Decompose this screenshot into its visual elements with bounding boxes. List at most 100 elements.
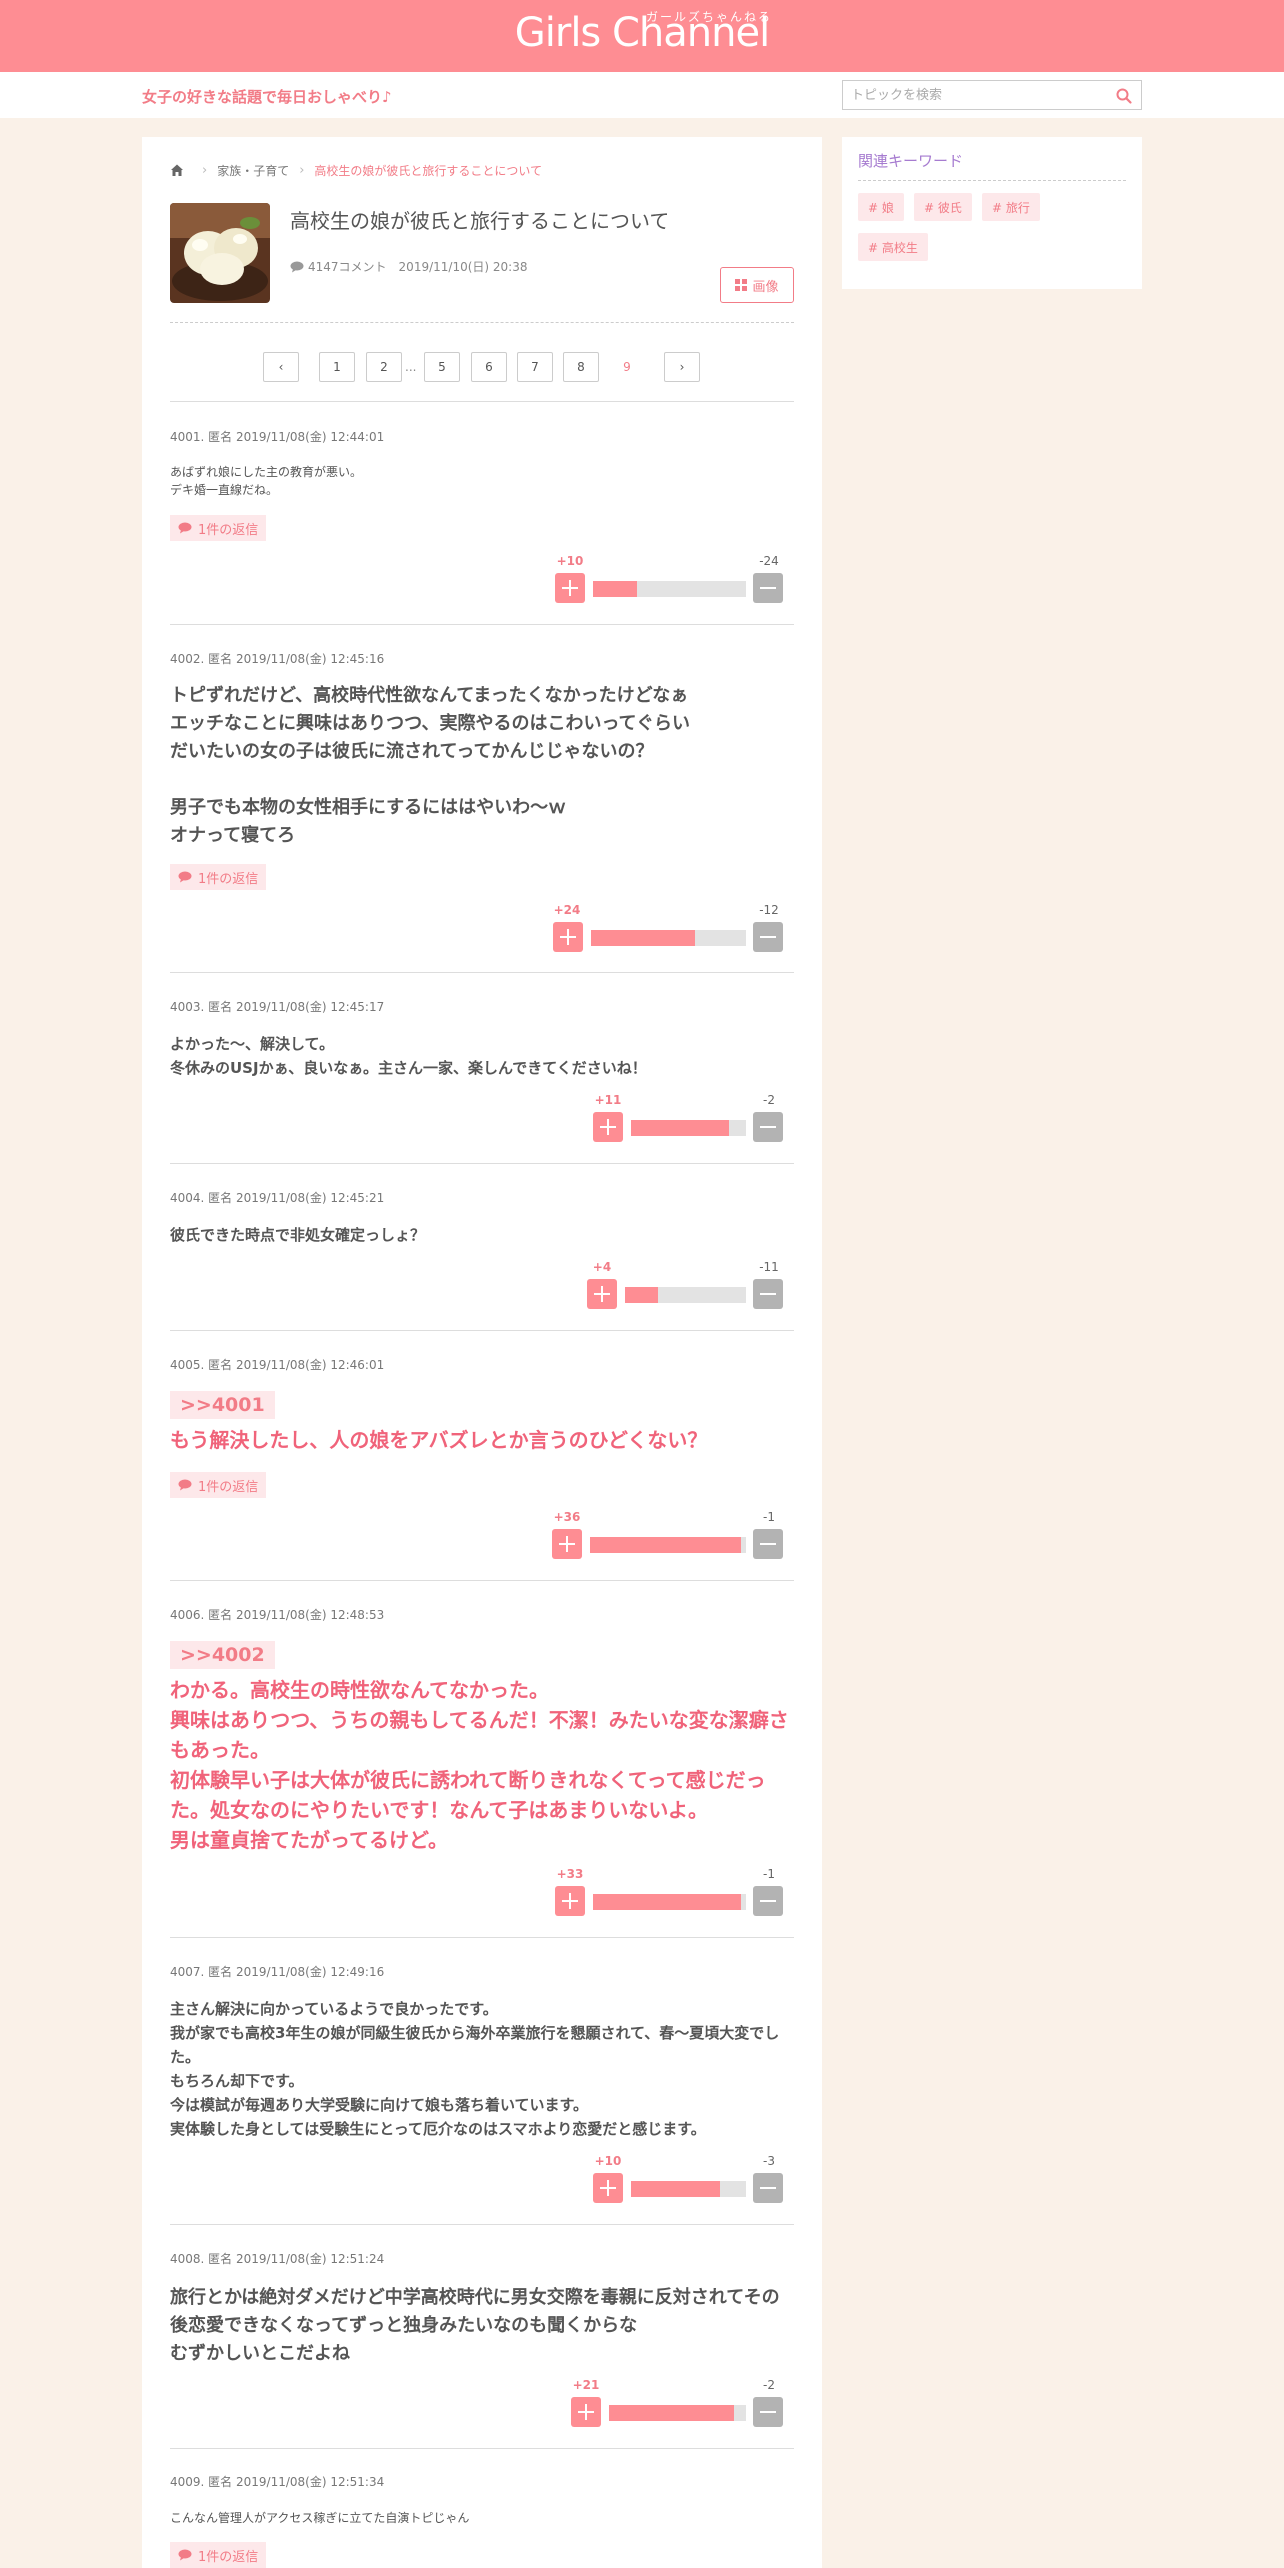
comment-header: 4003. 匿名 2019/11/08(金) 12:45:17 <box>170 1000 385 1014</box>
pager-page-7[interactable]: 7 <box>517 352 553 382</box>
divider <box>170 1330 794 1331</box>
comment-header: 4004. 匿名 2019/11/08(金) 12:45:21 <box>170 1191 385 1205</box>
vote-ratio-bar <box>631 2181 746 2197</box>
pager-page-1[interactable]: 1 <box>319 352 355 382</box>
vote-ratio-fill <box>593 1894 742 1910</box>
divider <box>170 401 794 402</box>
minus-vote-button[interactable] <box>753 2173 783 2203</box>
topic-meta: 4147コメント 2019/11/10(日) 20:38 <box>290 258 527 275</box>
divider <box>170 1580 794 1581</box>
reply-count-button[interactable]: 1件の返信 <box>170 864 267 890</box>
grid-icon <box>735 279 748 291</box>
home-icon[interactable] <box>170 163 184 177</box>
reply-count-label: 1件の返信 <box>198 2549 259 2565</box>
comment-count-icon <box>290 261 304 272</box>
pager-page-current: 9 <box>609 352 645 382</box>
divider <box>170 1163 794 1164</box>
plus-vote-button[interactable] <box>555 1886 585 1916</box>
vote-ratio-fill <box>591 930 695 946</box>
plus-vote-count: +10 <box>556 554 584 568</box>
plus-vote-button[interactable] <box>553 922 583 952</box>
comment-body: よかった〜、解決して。 冬休みのUSJかぁ、良いなぁ。主さん一家、楽しんできてく… <box>170 1035 647 1077</box>
divider <box>170 2224 794 2225</box>
plus-vote-button[interactable] <box>593 2173 623 2203</box>
divider <box>170 1937 794 1938</box>
comment-header: 4006. 匿名 2019/11/08(金) 12:48:53 <box>170 1608 385 1622</box>
vote-ratio-fill <box>590 1537 742 1553</box>
plus-vote-button[interactable] <box>552 1529 582 1559</box>
minus-vote-button[interactable] <box>753 1112 783 1142</box>
vote-ratio-fill <box>631 2181 720 2197</box>
vote-ratio-fill <box>593 581 638 597</box>
pager-page-8[interactable]: 8 <box>563 352 599 382</box>
reply-count-label: 1件の返信 <box>198 1479 259 1495</box>
divider <box>170 322 794 323</box>
reply-anchor-link[interactable]: >>4002 <box>170 1641 275 1669</box>
search-icon[interactable] <box>1115 87 1133 105</box>
pager-page-6[interactable]: 6 <box>471 352 507 382</box>
plus-vote-button[interactable] <box>555 573 585 603</box>
speech-bubble-icon <box>178 522 192 534</box>
pager-next-button[interactable]: › <box>664 352 700 382</box>
plus-vote-button[interactable] <box>593 1112 623 1142</box>
keyword-tag[interactable]: # 娘 <box>858 193 904 221</box>
topic-thumbnail[interactable] <box>170 203 270 303</box>
pager-prev-button[interactable]: ‹ <box>263 352 299 382</box>
pager-ellipsis: ... <box>405 360 417 374</box>
keyword-tag[interactable]: # 彼氏 <box>914 193 972 221</box>
pager-page-5[interactable]: 5 <box>424 352 460 382</box>
search-input[interactable] <box>851 81 1101 109</box>
site-logo[interactable]: Girls Channel <box>0 10 1284 56</box>
plus-vote-count: +10 <box>594 2154 622 2168</box>
image-button-label: 画像 <box>752 279 779 295</box>
comment-body: 彼氏できた時点で非処女確定っしょ？ <box>170 1226 426 1244</box>
reply-count-button[interactable]: 1件の返信 <box>170 1472 267 1498</box>
divider <box>858 180 1126 181</box>
pager-page-2[interactable]: 2 <box>366 352 402 382</box>
minus-vote-count: -3 <box>763 2154 775 2168</box>
breadcrumb-category[interactable]: 家族・子育て <box>217 162 289 179</box>
image-gallery-button[interactable]: 画像 <box>720 267 794 303</box>
vote-ratio-bar <box>631 1120 746 1136</box>
vote-ratio-fill <box>631 1120 729 1136</box>
plus-vote-count: +21 <box>572 2378 600 2392</box>
vote-ratio-fill <box>625 1287 658 1303</box>
plus-vote-count: +33 <box>556 1867 584 1881</box>
plus-vote-button[interactable] <box>587 1279 617 1309</box>
minus-vote-count: -12 <box>759 903 779 917</box>
site-logo-kana: ガールズちゃんねる <box>646 10 773 24</box>
minus-vote-button[interactable] <box>753 1279 783 1309</box>
minus-vote-button[interactable] <box>753 1886 783 1916</box>
plus-vote-count: +24 <box>553 903 581 917</box>
minus-vote-button[interactable] <box>753 922 783 952</box>
topic-comment-count: 4147コメント <box>308 260 387 274</box>
comment-body: トピずれだけど、高校時代性欲なんてまったくなかったけどなぁ エッチなことに興味は… <box>170 685 691 846</box>
minus-vote-count: -2 <box>763 1093 775 1107</box>
minus-vote-button[interactable] <box>753 573 783 603</box>
keyword-tag[interactable]: # 旅行 <box>982 193 1040 221</box>
reply-anchor-link[interactable]: >>4001 <box>170 1391 275 1419</box>
comment-body: こんなん管理人がアクセス稼ぎに立てた自演トピじゃん <box>170 2511 470 2525</box>
reply-count-button[interactable]: 1件の返信 <box>170 2542 267 2568</box>
vote-ratio-bar <box>591 930 746 946</box>
vote-ratio-fill <box>609 2405 734 2421</box>
reply-count-button[interactable]: 1件の返信 <box>170 515 267 541</box>
plus-vote-count: +36 <box>553 1510 581 1524</box>
keyword-tag[interactable]: # 高校生 <box>858 233 928 261</box>
minus-vote-button[interactable] <box>753 1529 783 1559</box>
related-keywords-title: 関連キーワード <box>858 152 964 170</box>
minus-vote-button[interactable] <box>753 2397 783 2427</box>
vote-ratio-bar <box>590 1537 746 1553</box>
minus-vote-count: -2 <box>763 2378 775 2392</box>
reply-count-label: 1件の返信 <box>198 871 259 887</box>
breadcrumb-separator-icon: › <box>202 162 208 178</box>
topic-date: 2019/11/10(日) 20:38 <box>398 260 528 274</box>
minus-vote-count: -11 <box>759 1260 779 1274</box>
speech-bubble-icon <box>178 2549 192 2561</box>
plus-vote-count: +4 <box>592 1260 612 1274</box>
reply-count-label: 1件の返信 <box>198 522 259 538</box>
breadcrumb-current: 高校生の娘が彼氏と旅行することについて <box>314 163 543 178</box>
plus-vote-button[interactable] <box>571 2397 601 2427</box>
comment-header: 4007. 匿名 2019/11/08(金) 12:49:16 <box>170 1965 385 1979</box>
comment-body: あばずれ娘にした主の教育が悪い。 デキ婚一直線だね。 <box>170 465 363 497</box>
